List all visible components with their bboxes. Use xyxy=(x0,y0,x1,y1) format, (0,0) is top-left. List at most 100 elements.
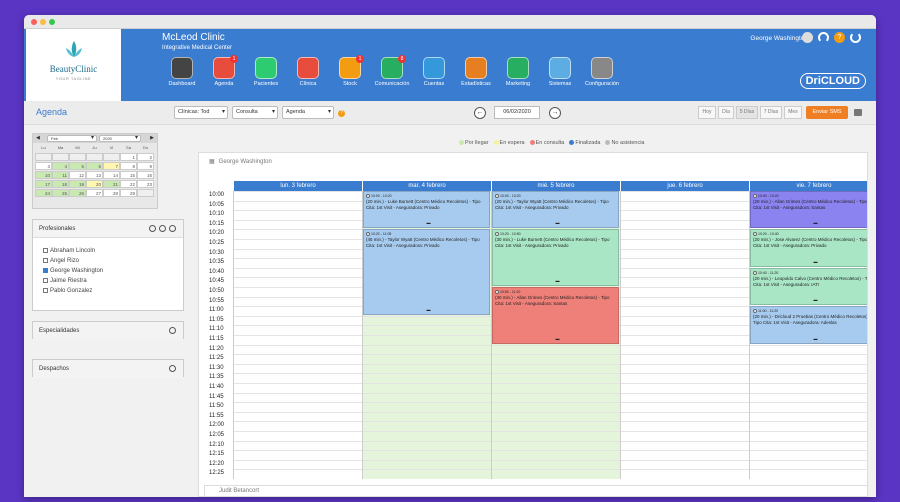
calendar-day[interactable]: 13 xyxy=(86,171,103,179)
appointment-block[interactable]: 11:00 - 11:20 (20 min.) - Dricloud 2 Prue… xyxy=(750,306,867,344)
view-5days-button[interactable]: 5 Días xyxy=(736,106,758,119)
calendar-day[interactable]: 23 xyxy=(137,180,154,188)
prev-date-button[interactable]: ← xyxy=(474,107,486,119)
day-header[interactable]: vie. 7 febrero xyxy=(749,181,867,191)
nav-item-dashboard[interactable]: Dashboard xyxy=(162,57,202,87)
power-icon[interactable] xyxy=(850,32,861,43)
expand-icon[interactable] xyxy=(169,365,176,372)
resize-handle-icon[interactable]: ▬ xyxy=(814,220,818,226)
calendar-day[interactable]: 12 xyxy=(69,171,86,179)
calendar-day[interactable]: 26 xyxy=(69,189,86,197)
calendar-day[interactable]: 25 xyxy=(52,189,69,197)
appointment-block[interactable]: 10:00 - 10:20 (20 min.) - Allan Grimes (C… xyxy=(750,191,867,229)
consulta-select[interactable]: Consulta xyxy=(232,106,278,119)
calendar-day[interactable]: 4 xyxy=(52,162,69,170)
profesional-item[interactable]: Angel Rizo xyxy=(43,258,79,264)
profesional-checkbox[interactable] xyxy=(43,288,48,293)
profesional-item[interactable]: Pablo Gonzalez xyxy=(43,288,92,294)
calendar-day[interactable]: 8 xyxy=(120,162,137,170)
profesional-item[interactable]: Jaime Riestra xyxy=(43,278,87,284)
calendar-day[interactable]: 5 xyxy=(69,162,86,170)
view-day-button[interactable]: Día xyxy=(718,106,734,119)
profesional-item[interactable]: George Washington xyxy=(43,268,103,274)
calendar-day[interactable]: 18 xyxy=(52,180,69,188)
calendar-day[interactable]: 29 xyxy=(120,189,137,197)
calendar-day[interactable]: 6 xyxy=(86,162,103,170)
nav-item-pacientes[interactable]: Pacientes xyxy=(246,57,286,87)
calendar-day[interactable]: 17 xyxy=(35,180,52,188)
despachos-panel[interactable]: Despachos xyxy=(32,359,184,378)
calendar-day[interactable]: 11 xyxy=(52,171,69,179)
resize-handle-icon[interactable]: ▬ xyxy=(814,259,818,265)
calendar-day[interactable]: 9 xyxy=(137,162,154,170)
resize-handle-icon[interactable]: ▬ xyxy=(427,307,431,313)
appointment-block[interactable]: 10:40 - 11:20 (20 min.) - Leopoldo Calvo … xyxy=(750,267,867,306)
profesional-checkbox[interactable] xyxy=(43,248,48,253)
send-sms-button[interactable]: Enviar SMS xyxy=(806,106,848,119)
calendar-day[interactable]: 24 xyxy=(35,189,52,197)
appointment-block[interactable]: 10:20 - 10:40 (20 min.) - Jose Alvarez (C… xyxy=(750,229,867,267)
appointment-block[interactable]: 10:50 - 11:20 (30 min.) - Allan Grimes (C… xyxy=(492,287,619,344)
resize-handle-icon[interactable]: ▬ xyxy=(556,336,560,342)
view-7days-button[interactable]: 7 Días xyxy=(760,106,782,119)
prev-month-icon[interactable]: ◀ xyxy=(36,135,40,141)
reset-icon[interactable] xyxy=(149,225,156,232)
minimize-window-button[interactable] xyxy=(40,19,46,25)
resize-handle-icon[interactable]: ▬ xyxy=(556,278,560,284)
appointment-block[interactable]: 10:20 - 10:50 (30 min.) - Luke Burnett (C… xyxy=(492,229,619,286)
print-icon[interactable] xyxy=(854,109,862,116)
nav-item-comunicacion[interactable]: 8 Comunicación xyxy=(372,55,412,87)
calendar-day[interactable]: 7 xyxy=(103,162,120,170)
calendar-day[interactable]: 21 xyxy=(103,180,120,188)
user-name[interactable]: George Washington xyxy=(750,35,808,42)
day-header[interactable]: jue. 6 febrero xyxy=(620,181,749,191)
date-input[interactable]: 06/02/2020 xyxy=(494,106,540,119)
appointment-block[interactable]: 10:00 - 10:20 (20 min.) - Taylor Wyatt (C… xyxy=(492,191,619,229)
resize-handle-icon[interactable]: ▬ xyxy=(427,220,431,226)
especialidades-panel[interactable]: Especialidades xyxy=(32,321,184,340)
close-window-button[interactable] xyxy=(31,19,37,25)
nav-item-sistemas[interactable]: Sistemas xyxy=(540,57,580,87)
year-select[interactable]: 2020 xyxy=(99,135,141,142)
nav-item-estadisticas[interactable]: Estadísticas xyxy=(456,57,496,87)
calendar-day[interactable]: 27 xyxy=(86,189,103,197)
calendar-day[interactable]: 28 xyxy=(103,189,120,197)
day-column[interactable] xyxy=(233,191,362,479)
calendar-day[interactable]: 14 xyxy=(103,171,120,179)
calendar-day[interactable]: 3 xyxy=(35,162,52,170)
nav-item-agenda[interactable]: 1 Agenda xyxy=(204,55,244,87)
clinic-logo[interactable]: BeautyClinic YOUR TAGLINE xyxy=(26,29,121,101)
mini-calendar[interactable]: ◀ Feb 2020 ▶ LuMaMiJuViSáDo1234567891011… xyxy=(32,133,158,209)
calendar-day[interactable]: 20 xyxy=(86,180,103,188)
view-month-button[interactable]: Mes xyxy=(784,106,802,119)
day-column[interactable] xyxy=(620,191,749,479)
calendar-day[interactable]: 2 xyxy=(137,153,154,161)
nav-item-marketing[interactable]: Marketing xyxy=(498,57,538,87)
nav-item-configuracion[interactable]: Configuración xyxy=(582,57,622,87)
refresh-icon[interactable] xyxy=(159,225,166,232)
avatar[interactable] xyxy=(802,32,813,43)
resize-handle-icon[interactable]: ▬ xyxy=(814,336,818,342)
expand-icon[interactable] xyxy=(169,327,176,334)
calendar-day[interactable]: 15 xyxy=(120,171,137,179)
help-icon[interactable]: ? xyxy=(338,110,345,117)
agenda-select[interactable]: Agenda xyxy=(282,106,334,119)
maximize-window-button[interactable] xyxy=(49,19,55,25)
collapse-icon[interactable] xyxy=(169,225,176,232)
calendar-day[interactable]: 16 xyxy=(137,171,154,179)
day-header[interactable]: lun. 3 febrero xyxy=(233,181,362,191)
profesional-checkbox[interactable] xyxy=(43,278,48,283)
appointment-block[interactable]: 10:00 - 10:20 (20 min.) - Luke Burnett (C… xyxy=(363,191,490,229)
appointment-block[interactable]: 10:20 - 11:05 (45 min.) - Taylor Wyatt (C… xyxy=(363,229,490,315)
nav-item-clinica[interactable]: Clínica xyxy=(288,57,328,87)
day-header[interactable]: mar. 4 febrero xyxy=(362,181,491,191)
nav-item-cuentas[interactable]: Cuentas xyxy=(414,57,454,87)
nav-item-stock[interactable]: 1 Stock xyxy=(330,55,370,87)
calendar-day[interactable]: 22 xyxy=(120,180,137,188)
profesional-checkbox[interactable] xyxy=(43,258,48,263)
clinicas-select[interactable]: Clínicas: Tod xyxy=(174,106,228,119)
help-icon[interactable]: ? xyxy=(834,32,845,43)
day-header[interactable]: mié. 5 febrero xyxy=(491,181,620,191)
view-today-button[interactable]: Hoy xyxy=(698,106,716,119)
resize-handle-icon[interactable]: ▬ xyxy=(556,220,560,226)
